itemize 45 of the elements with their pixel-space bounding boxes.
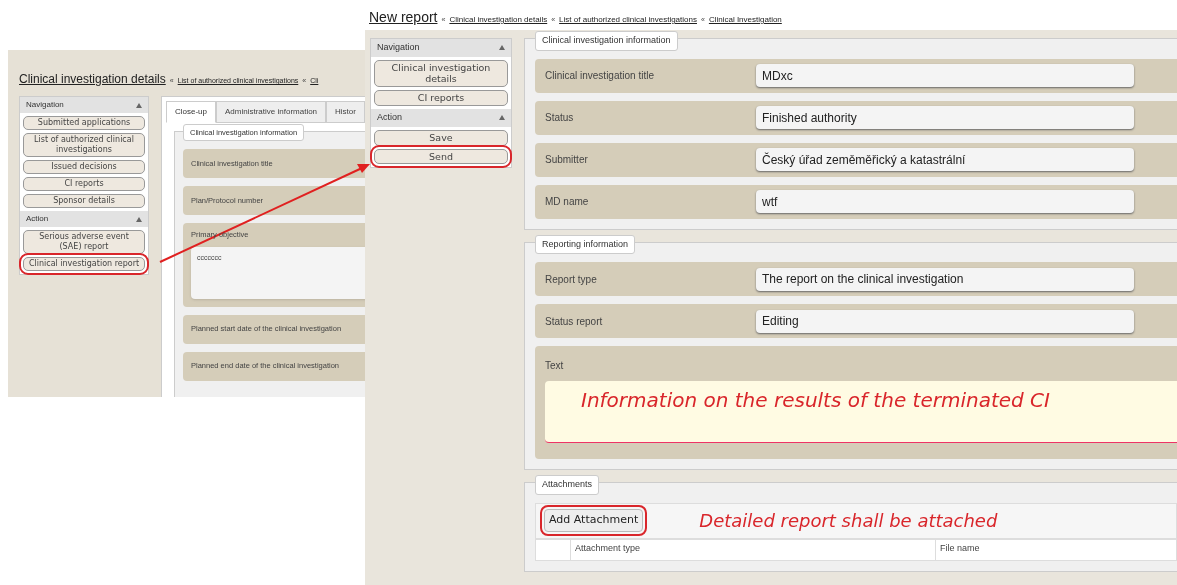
section-legend: Clinical investigation information	[535, 31, 678, 51]
sidebar-button[interactable]: Clinical investigation details	[374, 59, 508, 88]
column-header: File name	[939, 541, 980, 555]
breadcrumb-link[interactable]: List of authorized clinical investigations	[559, 14, 697, 26]
sidebar-button[interactable]: Submitted applications	[23, 116, 145, 130]
input-field[interactable]: Editing	[756, 309, 1134, 333]
input-field[interactable]: Český úřad zeměměřický a katastrální	[756, 148, 1134, 171]
sidebar-button[interactable]: Sponsor details	[23, 194, 145, 208]
tab[interactable]: Administrative information	[216, 101, 327, 123]
text-area[interactable]: Information on the results of the terminated CI	[545, 381, 1177, 443]
sidebar-button[interactable]: Save	[374, 129, 508, 146]
collapse-icon[interactable]	[499, 115, 505, 121]
section-title: Action	[26, 213, 49, 225]
section-title: Action	[377, 111, 402, 125]
tab[interactable]: Close-up	[166, 101, 216, 123]
breadcrumb-link[interactable]: Clinical Investigation	[708, 14, 782, 26]
section-legend: Attachments	[535, 475, 600, 495]
input-field[interactable]: The report on the clinical investigation	[756, 267, 1134, 291]
section-title: Navigation	[26, 99, 64, 111]
tab[interactable]: Histor	[326, 101, 365, 123]
collapse-icon[interactable]	[136, 216, 142, 222]
sidebar-button[interactable]: List of authorized clinical investigations	[23, 133, 145, 157]
input-field[interactable]: Finished authority	[756, 106, 1134, 129]
section-title: Navigation	[377, 41, 420, 54]
field-label: MD name	[545, 195, 590, 209]
annotation-note: Detailed report shall be attached	[699, 509, 998, 533]
field-label: Status	[545, 111, 575, 125]
field-label: Status report	[545, 314, 604, 329]
field-label: Report type	[545, 272, 598, 287]
field-label: Text	[545, 359, 565, 373]
collapse-icon[interactable]	[136, 102, 142, 108]
sidebar-button[interactable]: CI reports	[374, 90, 508, 107]
column-header: Attachment type	[571, 539, 936, 560]
page-title: New report	[369, 8, 438, 27]
input-field[interactable]: MDxc	[756, 64, 1134, 87]
collapse-icon[interactable]	[499, 45, 505, 51]
page-title: Clinical investigation details	[19, 71, 166, 88]
sidebar-button[interactable]: Issued decisions	[23, 160, 145, 174]
sidebar-button[interactable]: Serious adverse event (SAE) report	[23, 230, 145, 254]
section-legend: Reporting information	[535, 234, 636, 254]
input-field[interactable]: wtf	[756, 190, 1134, 213]
field-label: Submitter	[545, 153, 589, 167]
field-label: Clinical investigation title	[545, 69, 655, 83]
breadcrumb-link[interactable]: Clinical investigation details	[449, 14, 548, 26]
sidebar-button[interactable]: CI reports	[23, 177, 145, 191]
